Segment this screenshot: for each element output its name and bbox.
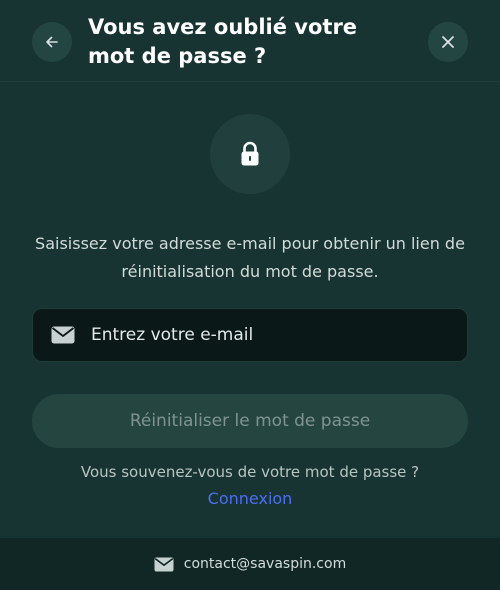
back-button[interactable] bbox=[32, 22, 72, 62]
modal-title: Vous avez oublié votre mot de passe ? bbox=[88, 15, 358, 68]
contact-footer: contact@savaspin.com bbox=[0, 538, 500, 590]
lock-icon bbox=[241, 141, 259, 166]
modal-header: Vous avez oublié votre mot de passe ? bbox=[0, 0, 500, 82]
forgot-password-modal: Vous avez oublié votre mot de passe ? Sa… bbox=[0, 0, 500, 590]
instructions-text: Saisissez votre adresse e-mail pour obte… bbox=[35, 234, 465, 281]
lock-badge bbox=[210, 114, 290, 194]
mail-icon bbox=[154, 557, 174, 572]
mail-icon bbox=[51, 326, 75, 344]
arrow-left-icon bbox=[46, 36, 58, 48]
close-icon bbox=[442, 36, 454, 48]
contact-email[interactable]: contact@savaspin.com bbox=[184, 556, 346, 572]
email-field[interactable] bbox=[32, 308, 468, 362]
close-button[interactable] bbox=[428, 22, 468, 62]
reset-password-button[interactable]: Réinitialiser le mot de passe bbox=[32, 394, 468, 448]
email-input[interactable] bbox=[91, 309, 467, 361]
remember-password-text: Vous souvenez-vous de votre mot de passe… bbox=[80, 463, 420, 481]
login-link[interactable]: Connexion bbox=[0, 489, 500, 509]
